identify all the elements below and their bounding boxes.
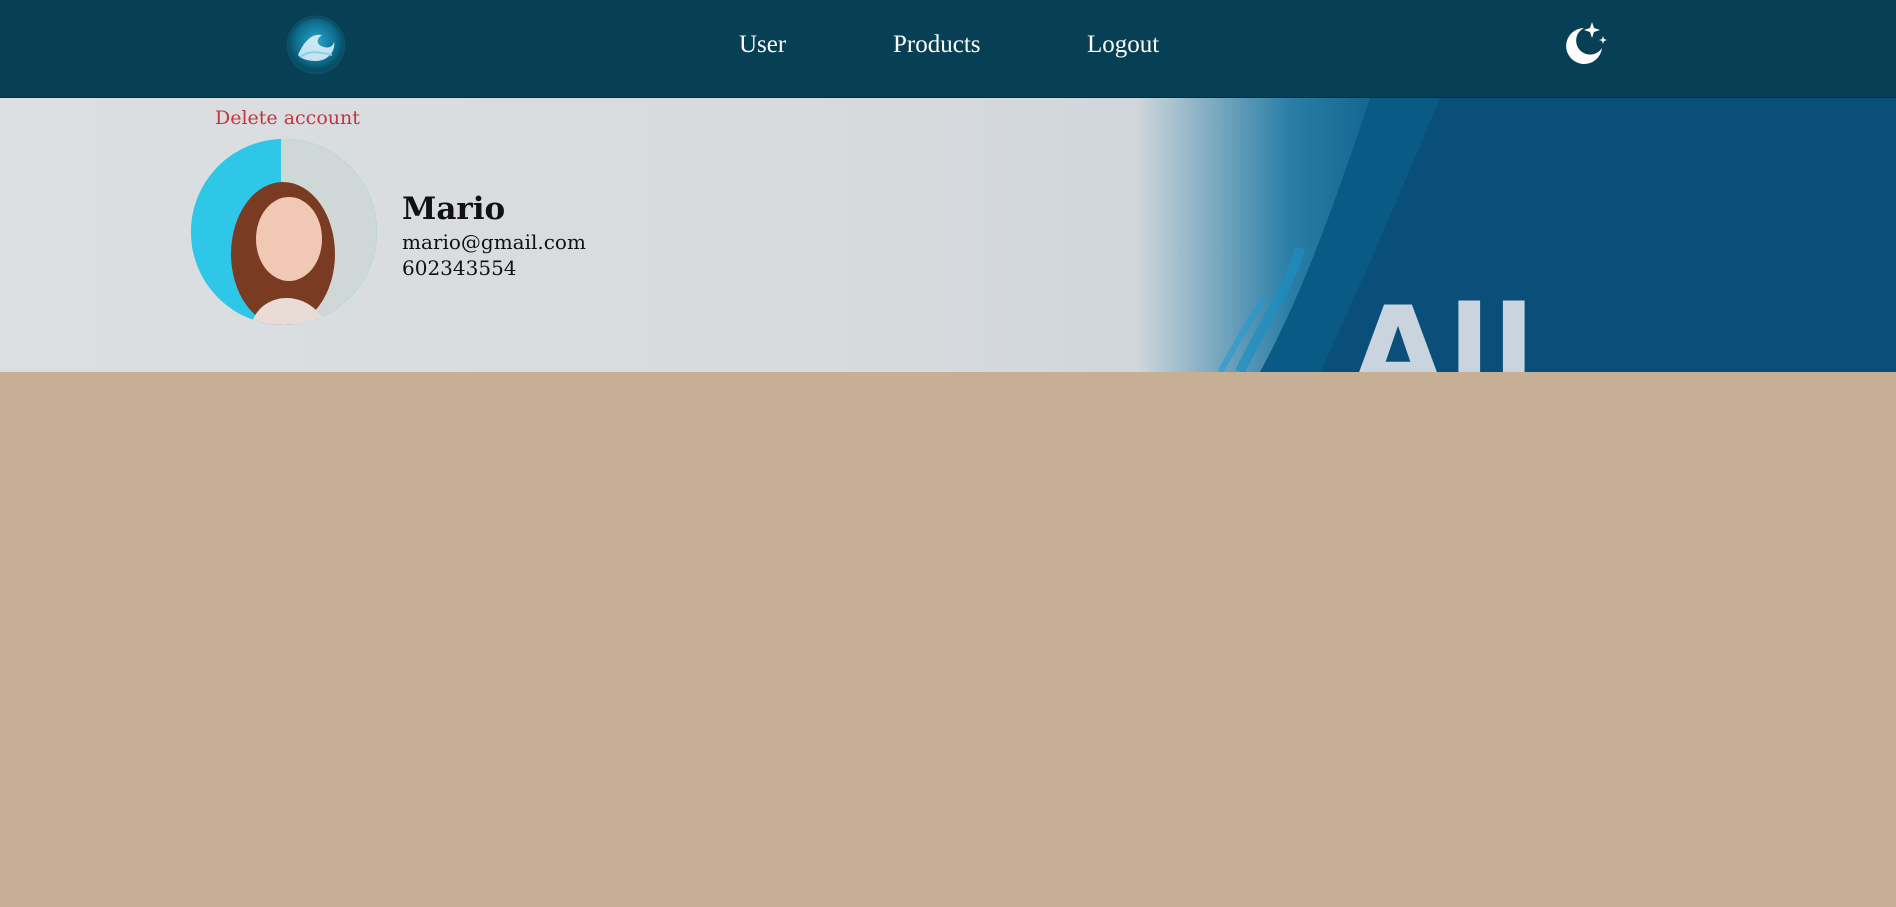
profile-email: mario@gmail.com [402, 230, 586, 254]
wave-logo-icon[interactable] [286, 15, 346, 75]
delete-account-link[interactable]: Delete account [215, 107, 360, 129]
moon-stars-icon[interactable] [1558, 18, 1610, 70]
avatar [191, 139, 377, 325]
profile-name: Mario [402, 191, 506, 227]
profile-phone: 602343554 [402, 256, 517, 280]
nav-products-link[interactable]: Products [893, 31, 981, 59]
nav-logout-link[interactable]: Logout [1087, 31, 1159, 59]
nav-user-link[interactable]: User [739, 31, 786, 59]
top-navbar: User Products Logout [0, 0, 1896, 98]
brand-text: All Blue [1350, 281, 1537, 372]
